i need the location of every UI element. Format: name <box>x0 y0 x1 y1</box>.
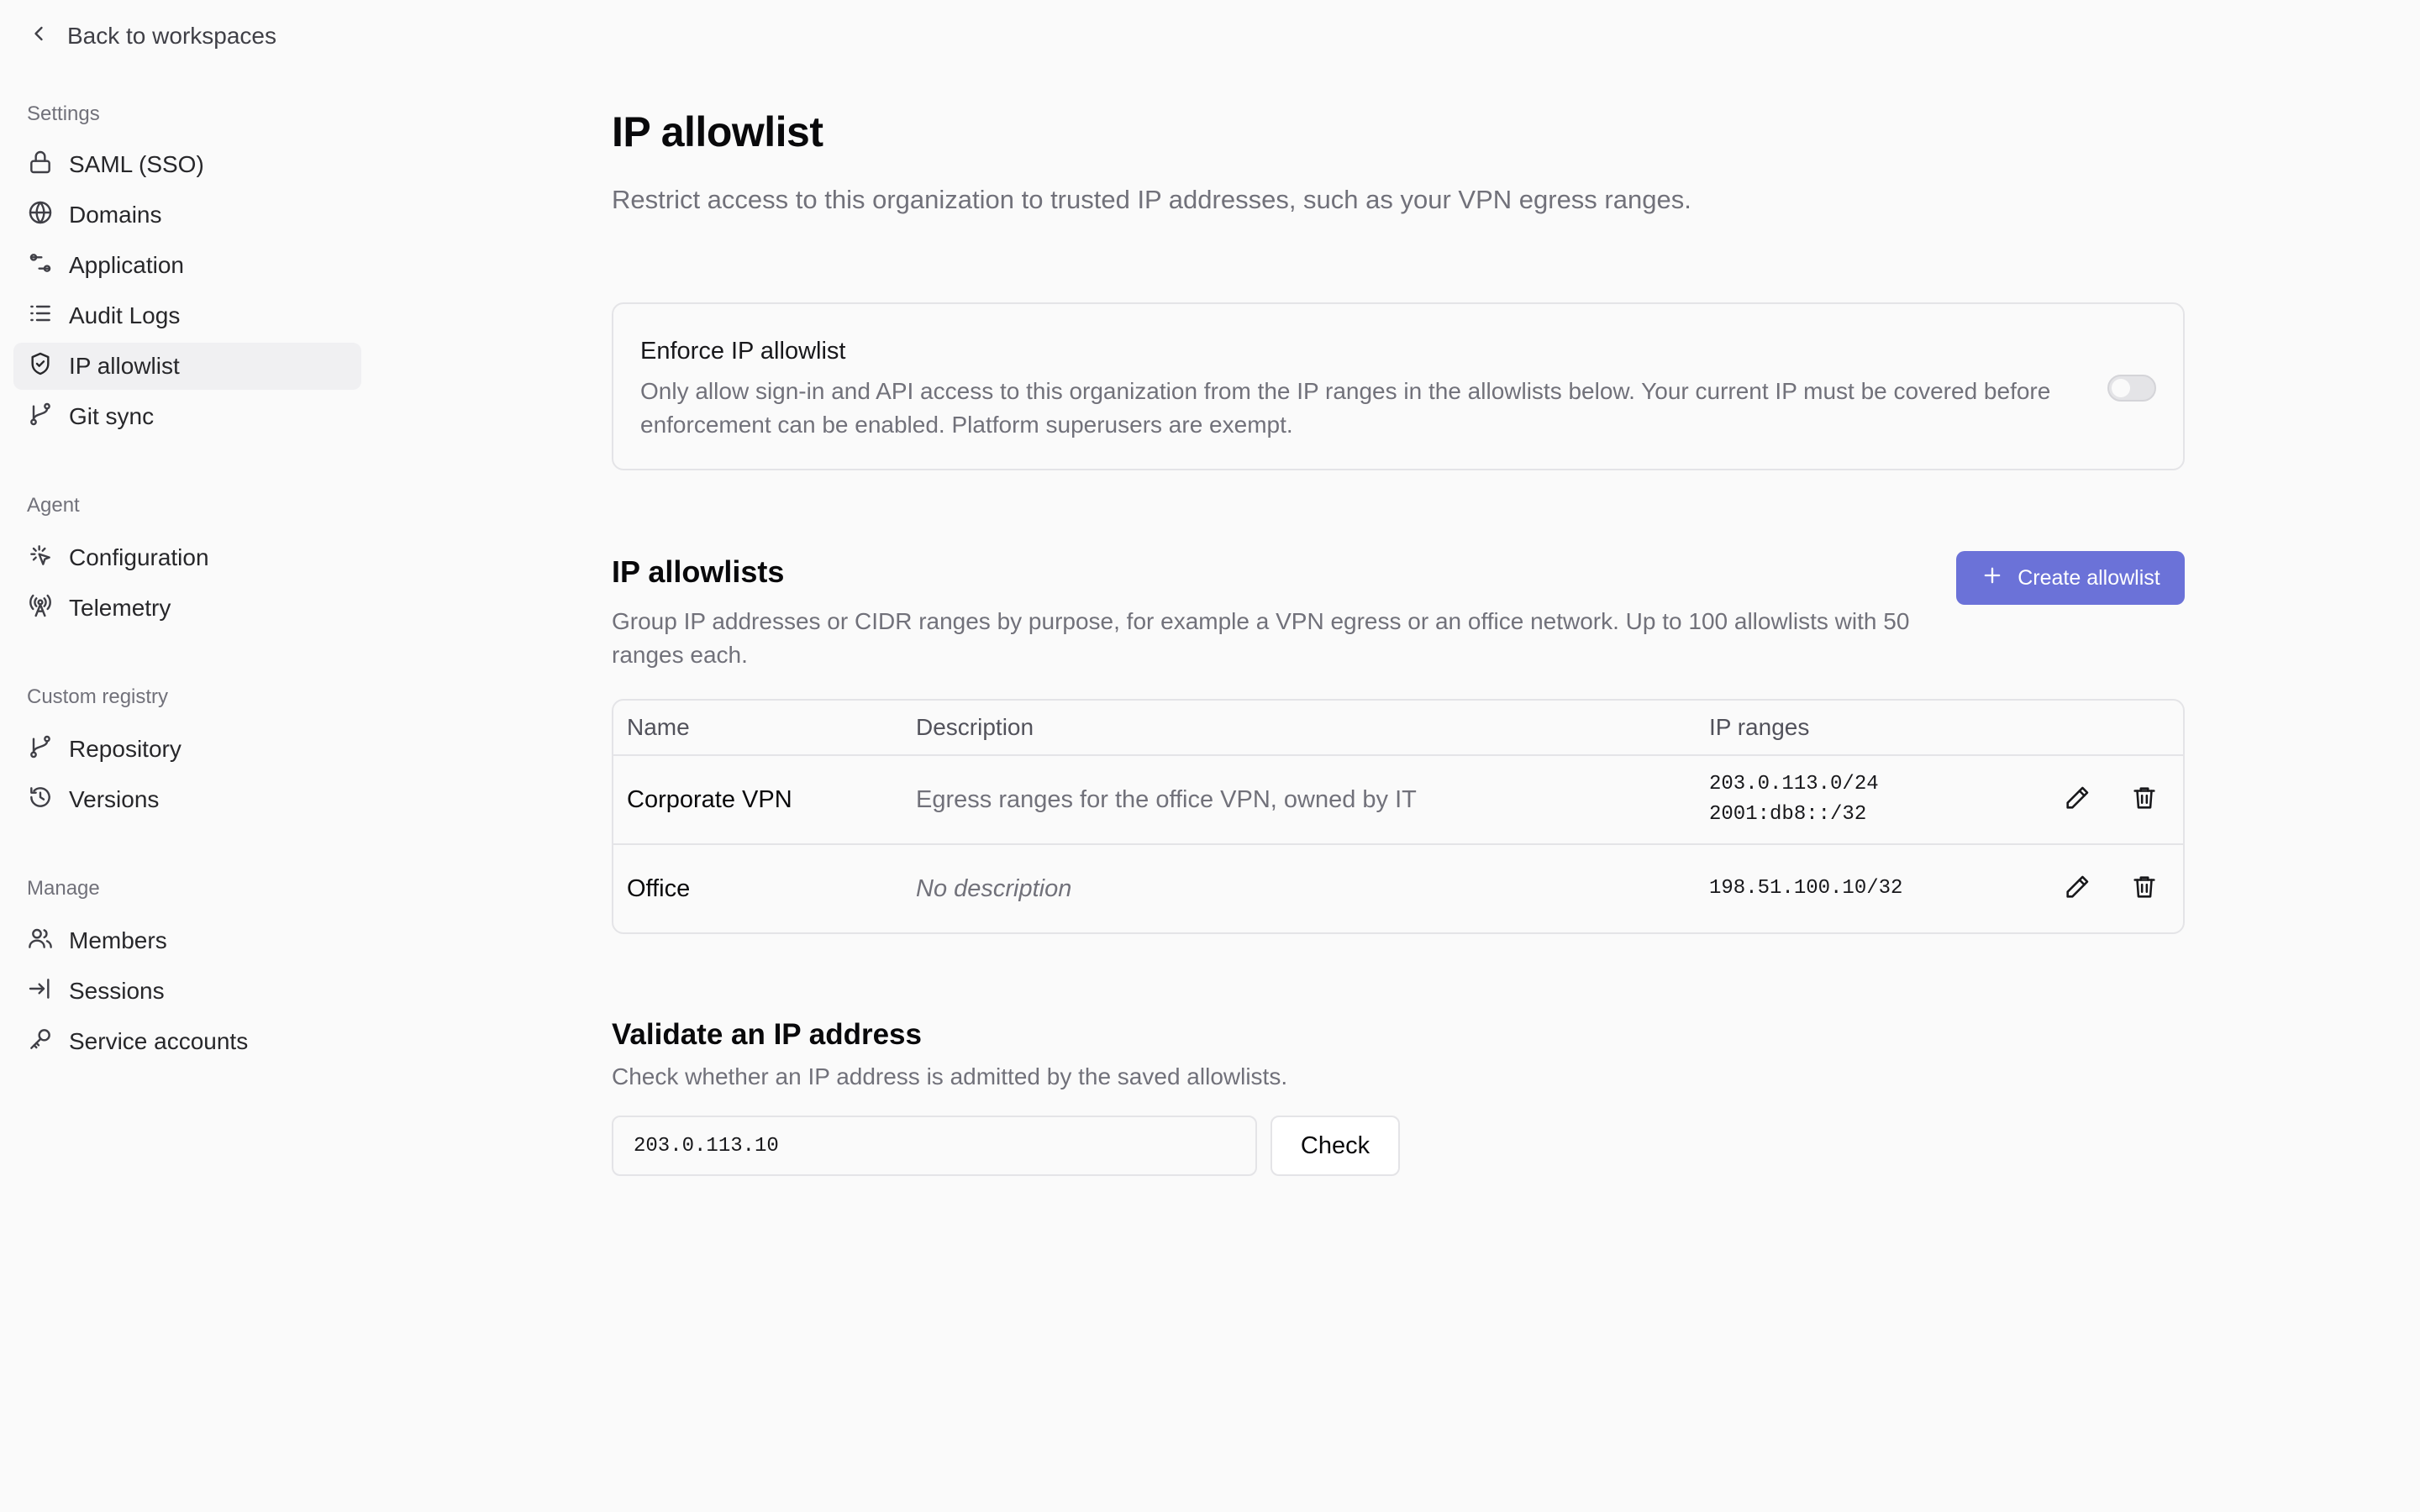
sparkle-cursor-icon <box>27 542 54 575</box>
create-allowlist-label: Create allowlist <box>2018 565 2160 590</box>
plus-icon <box>1981 564 2004 593</box>
git-branch-icon <box>27 733 54 766</box>
ip-range: 2001:db8::/32 <box>1709 803 1867 826</box>
lock-icon <box>27 149 54 181</box>
allowlists-description: Group IP addresses or CIDR ranges by pur… <box>612 608 1910 668</box>
page-title: IP allowlist <box>612 108 823 155</box>
trash-icon <box>2130 873 2159 906</box>
allowlists-title: IP allowlists <box>612 554 785 589</box>
sidebar-item-ip-allowlist[interactable]: IP allowlist <box>13 343 361 390</box>
sidebar-item-domains[interactable]: Domains <box>13 192 361 239</box>
column-header-name: Name <box>627 714 690 740</box>
sidebar-item-configuration[interactable]: Configuration <box>13 534 361 581</box>
ip-range: 198.51.100.10/32 <box>1709 877 1903 900</box>
sidebar-item-telemetry[interactable]: Telemetry <box>13 585 361 632</box>
sidebar-item-versions[interactable]: Versions <box>13 776 361 823</box>
git-branch-icon <box>27 401 54 433</box>
row-name: Office <box>627 874 691 902</box>
row-description: Egress ranges for the office VPN, owned … <box>916 785 1417 813</box>
sidebar-item-repository[interactable]: Repository <box>13 726 361 773</box>
create-allowlist-button[interactable]: Create allowlist <box>1956 551 2185 605</box>
sidebar-item-label: Versions <box>69 786 160 812</box>
ip-address-input[interactable] <box>612 1116 1257 1176</box>
table-row: Corporate VPN Egress ranges for the offi… <box>613 756 2183 845</box>
users-icon <box>27 925 54 958</box>
sidebar-item-label: Telemetry <box>69 595 171 621</box>
sidebar-item-label: Members <box>69 927 167 953</box>
enforce-description: Only allow sign-in and API access to thi… <box>640 378 2051 438</box>
validate-description: Check whether an IP address is admitted … <box>612 1063 1288 1089</box>
back-link-label: Back to workspaces <box>67 23 276 49</box>
sidebar-item-label: Configuration <box>69 544 209 570</box>
sliders-icon <box>27 249 54 282</box>
sidebar-item-label: Git sync <box>69 403 155 429</box>
pencil-icon <box>2063 873 2091 906</box>
check-button[interactable]: Check <box>1270 1116 1400 1176</box>
sign-in-icon <box>27 975 54 1008</box>
toggle-knob <box>2112 379 2130 397</box>
sidebar-item-label: Repository <box>69 736 182 762</box>
list-icon <box>27 300 54 333</box>
section-label-agent: Agent <box>27 494 80 517</box>
key-icon <box>27 1026 54 1058</box>
validate-title: Validate an IP address <box>612 1018 922 1051</box>
page-subtitle: Restrict access to this organization to … <box>612 185 1691 214</box>
row-description: No description <box>916 874 1072 902</box>
row-ip-ranges: 203.0.113.0/24 2001:db8::/32 <box>1709 756 1879 843</box>
section-label-manage: Manage <box>27 877 100 900</box>
sidebar-item-label: Domains <box>69 202 162 228</box>
table-row: Office No description 198.51.100.10/32 <box>613 845 2183 932</box>
sidebar-item-audit-logs[interactable]: Audit Logs <box>13 292 361 339</box>
section-label-custom-registry: Custom registry <box>27 685 169 708</box>
history-icon <box>27 784 54 816</box>
app-root: Back to workspaces Settings SAML (SSO) D… <box>0 0 2420 1512</box>
back-to-workspaces-link[interactable]: Back to workspaces <box>27 17 276 55</box>
sidebar-item-service-accounts[interactable]: Service accounts <box>13 1018 361 1065</box>
edit-allowlist-button[interactable] <box>2059 870 2096 907</box>
row-ip-ranges: 198.51.100.10/32 <box>1709 845 1902 932</box>
delete-allowlist-button[interactable] <box>2126 870 2163 907</box>
enforce-card: Enforce IP allowlist Only allow sign-in … <box>612 302 2185 470</box>
ip-range: 203.0.113.0/24 <box>1709 773 1879 795</box>
row-name: Corporate VPN <box>627 785 792 813</box>
sidebar-item-application[interactable]: Application <box>13 242 361 289</box>
sidebar-item-label: Audit Logs <box>69 302 181 328</box>
sidebar-item-members[interactable]: Members <box>13 917 361 964</box>
pencil-icon <box>2063 784 2091 816</box>
enforce-title: Enforce IP allowlist <box>640 338 846 365</box>
trash-icon <box>2130 784 2159 816</box>
edit-allowlist-button[interactable] <box>2059 781 2096 818</box>
column-header-description: Description <box>916 714 1034 740</box>
shield-check-icon <box>27 350 54 383</box>
table-header: Name Description IP ranges <box>613 701 2183 756</box>
globe-icon <box>27 199 54 232</box>
column-header-ip-ranges: IP ranges <box>1709 714 1810 740</box>
sidebar-item-label: Application <box>69 252 184 278</box>
sidebar-item-label: SAML (SSO) <box>69 151 204 177</box>
delete-allowlist-button[interactable] <box>2126 781 2163 818</box>
sidebar-item-label: Service accounts <box>69 1028 249 1054</box>
antenna-icon <box>27 592 54 625</box>
section-label-settings: Settings <box>27 102 100 125</box>
sidebar-item-git-sync[interactable]: Git sync <box>13 393 361 440</box>
sidebar-item-label: Sessions <box>69 978 165 1004</box>
sidebar: Back to workspaces Settings SAML (SSO) D… <box>0 0 370 1512</box>
allowlists-table: Name Description IP ranges Corporate VPN… <box>612 699 2185 934</box>
chevron-left-icon <box>27 22 50 51</box>
sidebar-item-sessions[interactable]: Sessions <box>13 968 361 1015</box>
enforce-toggle[interactable] <box>2107 375 2156 402</box>
sidebar-item-saml[interactable]: SAML (SSO) <box>13 141 361 188</box>
sidebar-item-label: IP allowlist <box>69 353 180 379</box>
